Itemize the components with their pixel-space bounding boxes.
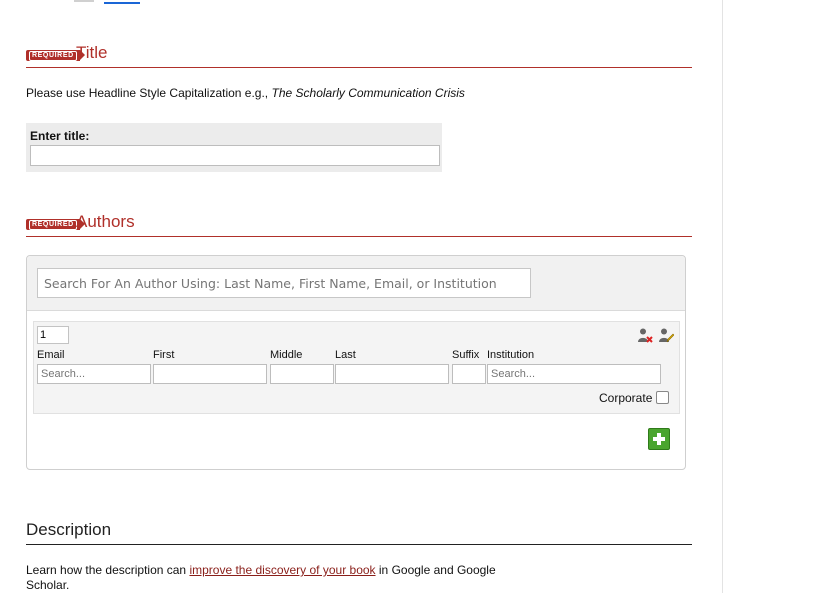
authors-section-header: REQUIRED Authors — [26, 212, 692, 237]
desc-text-before: Learn how the description can — [26, 563, 187, 577]
author-order-input[interactable] — [37, 326, 69, 344]
description-section-header: Description — [26, 520, 692, 545]
required-badge: REQUIRED — [26, 50, 85, 61]
submission-form-page: REQUIRED Title Please use Headline Style… — [0, 0, 814, 593]
first-column-label: First — [153, 349, 175, 361]
right-panel-divider — [722, 0, 723, 593]
corporate-checkbox[interactable] — [656, 391, 669, 404]
cropped-control — [74, 0, 94, 2]
email-field[interactable] — [37, 364, 151, 384]
middle-column-label: Middle — [270, 349, 303, 361]
suffix-column-label: Suffix — [452, 349, 480, 361]
corporate-label: Corporate — [599, 391, 653, 405]
edit-author-icon[interactable] — [658, 327, 674, 343]
middle-name-field[interactable] — [270, 364, 334, 384]
suffix-field[interactable] — [452, 364, 486, 384]
author-search-band — [27, 256, 685, 311]
title-field-box: Enter title: — [26, 123, 442, 172]
help-prefix: Please use Headline Style Capitalization… — [26, 86, 269, 100]
email-column-label: Email — [37, 349, 65, 361]
first-name-field[interactable] — [153, 364, 267, 384]
institution-field[interactable] — [487, 364, 661, 384]
author-search-input[interactable] — [37, 268, 531, 298]
add-author-button[interactable] — [648, 428, 670, 450]
title-section-header: REQUIRED Title — [26, 43, 692, 68]
description-help-text: Learn how the description can improve th… — [26, 563, 506, 593]
last-name-field[interactable] — [335, 364, 449, 384]
author-entry-row: Email First Middle Last Suffix Instituti… — [33, 321, 680, 414]
institution-column-label: Institution — [487, 349, 535, 361]
help-example: The Scholarly Communication Crisis — [271, 86, 465, 100]
authors-panel: Email First Middle Last Suffix Instituti… — [26, 255, 686, 470]
required-badge: REQUIRED — [26, 219, 85, 230]
cropped-link — [104, 0, 140, 4]
description-heading: Description — [26, 520, 112, 539]
title-help-text: Please use Headline Style Capitalization… — [26, 86, 465, 100]
discovery-link[interactable]: improve the discovery of your book — [189, 563, 375, 577]
last-column-label: Last — [335, 349, 356, 361]
title-input[interactable] — [30, 145, 440, 166]
title-field-label: Enter title: — [30, 129, 90, 143]
authors-heading: Authors — [76, 212, 135, 231]
remove-author-icon[interactable] — [637, 327, 653, 343]
title-heading: Title — [76, 43, 108, 62]
